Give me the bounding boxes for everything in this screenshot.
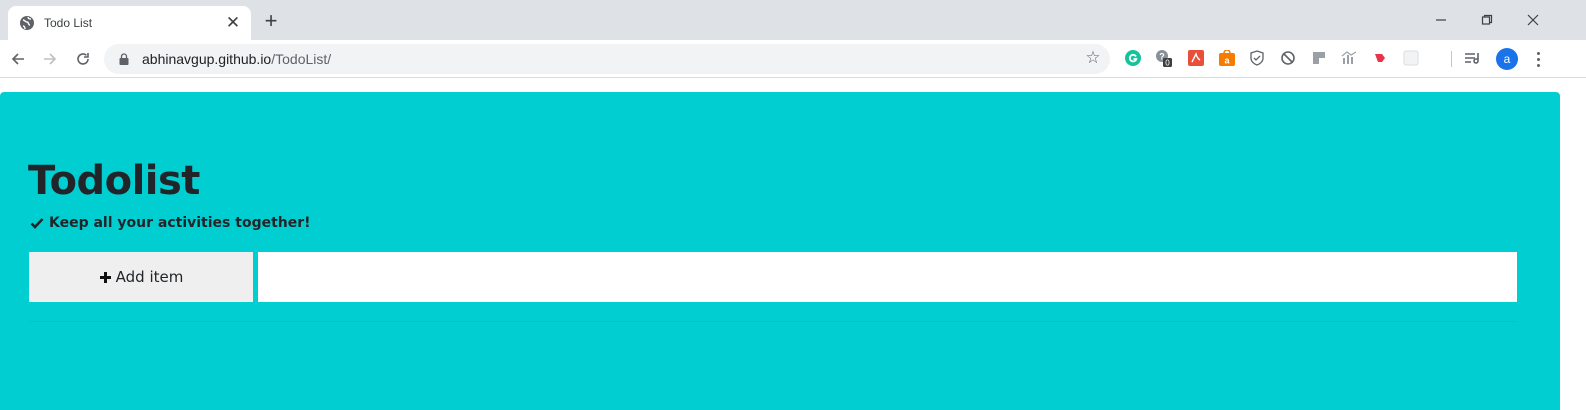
browser-tab-strip: Todo List ✕ + (0, 0, 1586, 40)
chart-icon[interactable] (1340, 49, 1358, 67)
reload-icon[interactable] (71, 47, 95, 71)
tab-close-icon[interactable]: ✕ (222, 12, 244, 34)
minimize-icon[interactable] (1418, 6, 1464, 34)
url-host: abhinavgup.github.io (142, 51, 272, 67)
browser-toolbar: abhinavgup.github.io/TodoList/ ☆ ? 0 a a (0, 40, 1586, 78)
plus-icon (99, 271, 111, 283)
shopping-bag-icon[interactable]: a (1218, 49, 1236, 67)
lock-icon (119, 53, 129, 65)
restore-icon[interactable] (1464, 6, 1510, 34)
bookmark-pin-icon[interactable] (1371, 49, 1389, 67)
url-text: abhinavgup.github.io/TodoList/ (142, 51, 331, 67)
extension-badge-count: 0 (1165, 59, 1170, 68)
back-arrow-icon[interactable] (6, 47, 30, 71)
page-subtitle: Keep all your activities together! (30, 215, 311, 231)
grammarly-icon[interactable] (1124, 49, 1142, 67)
todo-list-divider (29, 321, 1517, 322)
address-bar[interactable]: abhinavgup.github.io/TodoList/ (104, 44, 1110, 74)
block-icon[interactable] (1279, 49, 1297, 67)
new-tab-icon[interactable]: + (259, 9, 283, 33)
globe-icon (20, 16, 34, 30)
tab-title: Todo List (44, 16, 93, 30)
page-title: Todolist (28, 158, 200, 204)
new-item-input[interactable] (258, 252, 1517, 302)
browser-tab[interactable]: Todo List ✕ (8, 6, 251, 40)
add-item-label: Add item (115, 268, 184, 286)
bookmark-star-icon[interactable]: ☆ (1082, 47, 1104, 69)
reading-list-icon[interactable] (1464, 49, 1482, 67)
window-close-icon[interactable] (1510, 6, 1556, 34)
shield-check-icon[interactable] (1248, 49, 1266, 67)
extension-badge-icon[interactable]: ? 0 (1155, 49, 1173, 67)
subtitle-text: Keep all your activities together! (49, 215, 311, 231)
profile-avatar[interactable]: a (1496, 48, 1518, 70)
toolbar-separator (1451, 51, 1452, 67)
todolist-page: Todolist Keep all your activities togeth… (0, 92, 1560, 410)
checkmark-icon (30, 218, 44, 229)
blank-extension-icon[interactable] (1402, 49, 1420, 67)
forward-arrow-icon[interactable] (38, 47, 62, 71)
puzzle-tile-icon[interactable] (1310, 49, 1328, 67)
add-item-button[interactable]: Add item (29, 252, 253, 302)
pdf-icon[interactable] (1187, 49, 1205, 67)
url-path: /TodoList/ (271, 51, 332, 67)
browser-menu-icon[interactable] (1528, 47, 1548, 71)
